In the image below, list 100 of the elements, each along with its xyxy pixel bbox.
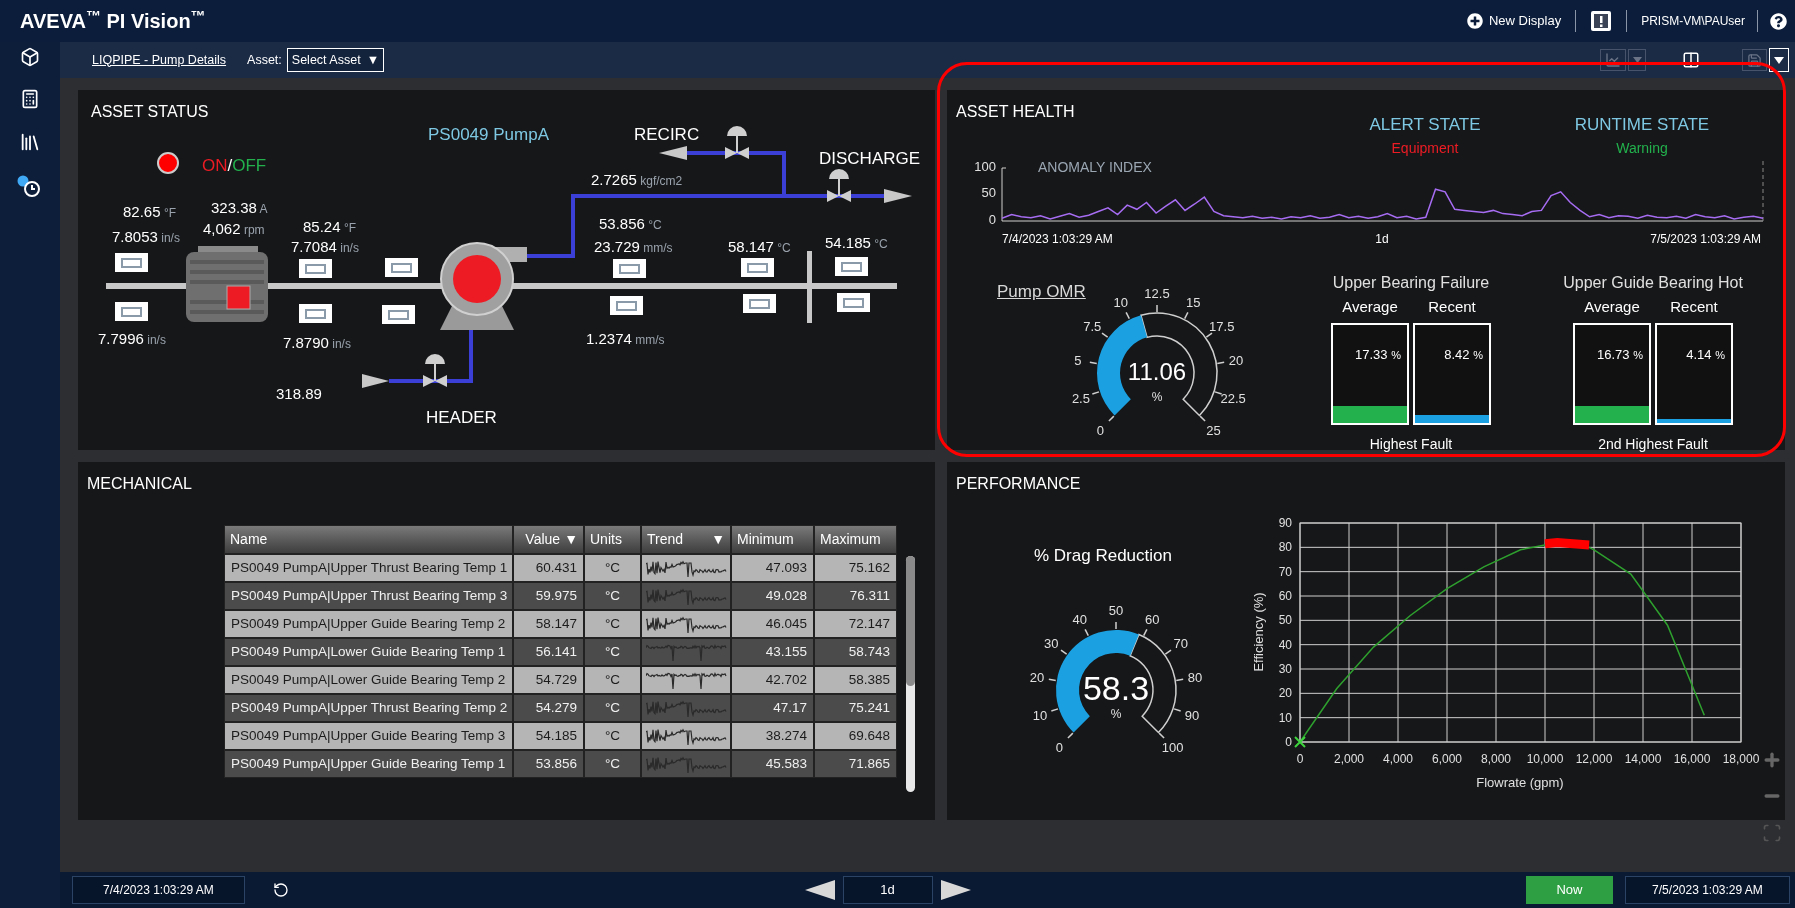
reading-label: 7.8790 in/s [283, 333, 351, 353]
gauge-tick-label: 20 [1029, 670, 1045, 686]
reading-label: 23.729 mm/s [594, 237, 673, 257]
table-cell: 75.241 [814, 694, 897, 722]
plus-icon [1466, 13, 1483, 29]
separator-label: / [227, 155, 233, 177]
gauge-tick [1158, 732, 1165, 739]
axis-label: 4,000 [1383, 752, 1413, 766]
state-title: RUNTIME STATE [1574, 114, 1710, 136]
new-display-button[interactable]: New Display [1466, 11, 1562, 31]
duration-field[interactable]: 1d [842, 876, 933, 904]
valve-icon [725, 126, 749, 159]
indicator-icon [385, 258, 418, 277]
reading-label: 85.24 °F [303, 217, 357, 237]
gauge-tick [1205, 332, 1213, 338]
table-cell: 58.385 [814, 666, 897, 694]
axis-label: 20 [1278, 686, 1292, 701]
column-header[interactable]: Value ▼ [513, 525, 584, 554]
column-header[interactable]: Name [224, 525, 513, 554]
axis-label: 12,000 [1575, 752, 1613, 766]
gauge-title-link[interactable]: Pump OMR [997, 279, 1086, 305]
save-icon [1747, 52, 1762, 68]
flow-arrow-icon [884, 189, 912, 203]
table-cell: 54.279 [513, 694, 584, 722]
reading-label: 323.38 A [211, 198, 268, 218]
columns-icon[interactable] [1682, 51, 1700, 69]
indicator-icon [115, 253, 148, 272]
axis-label: 8,000 [1481, 752, 1511, 766]
gauge-tick-label: 80 [1187, 670, 1203, 686]
table-cell: °C [584, 554, 641, 582]
indicator-icon [299, 304, 332, 323]
cube-icon[interactable] [20, 47, 40, 67]
axis-label: 50 [981, 185, 996, 200]
save-button[interactable] [1742, 49, 1767, 71]
start-time-field[interactable]: 7/4/2023 1:03:29 AM [72, 876, 245, 904]
table-cell: 69.648 [814, 722, 897, 750]
display-link[interactable]: LIQPIPE - Pump Details [92, 50, 227, 70]
gauge-tick-label: 20 [1228, 353, 1244, 369]
on-label: ON [202, 155, 228, 177]
calculator-icon[interactable] [20, 89, 40, 109]
alert-icon[interactable] [1590, 10, 1613, 32]
flow-arrow-icon [362, 374, 389, 388]
clock-badge-icon[interactable] [17, 175, 43, 199]
forward-arrow-icon[interactable] [940, 880, 971, 900]
table-cell: PS0049 PumpA|Upper Thrust Bearing Temp 3 [224, 582, 513, 610]
gauge-tick-label: 7.5 [1083, 319, 1102, 334]
fault-value: 16.73 % [1597, 345, 1643, 364]
trend-button[interactable] [1600, 49, 1626, 71]
column-label: Recent [1427, 297, 1477, 317]
indicator-icon [115, 302, 148, 321]
fault-footer: 2nd Highest Fault [1598, 433, 1708, 455]
gauge-title: % Drag Reduction [1034, 545, 1172, 567]
axis-label: 60 [1278, 589, 1292, 603]
table-cell: 60.431 [513, 554, 584, 582]
state-title: ALERT STATE [1369, 114, 1481, 136]
help-icon[interactable] [1770, 12, 1787, 30]
stream-label: DISCHARGE [819, 148, 921, 170]
asset-label: Asset: [247, 51, 282, 69]
scrollbar-track[interactable] [906, 556, 915, 792]
axis-label: 90 [1278, 516, 1292, 530]
gauge-tick [1142, 628, 1148, 637]
column-header[interactable]: Minimum [731, 525, 814, 554]
state-value: Equipment [1391, 138, 1459, 158]
table-cell: 38.274 [731, 722, 814, 750]
gauge-tick [1125, 311, 1131, 320]
zoom-in-icon[interactable] [1762, 750, 1782, 770]
gauge-tick [1050, 708, 1059, 712]
axis-label: 100 [974, 158, 996, 174]
gauge-tick-label: 5 [1074, 353, 1082, 369]
line-chart-icon [1605, 52, 1621, 68]
asset-select[interactable]: Select Asset ▼ [286, 48, 384, 72]
now-line [1762, 160, 1764, 222]
reset-icon[interactable] [273, 882, 289, 898]
reading-label: 7.7084 in/s [291, 237, 359, 257]
table-cell: 76.311 [814, 582, 897, 610]
axis-label: 0 [1285, 735, 1292, 749]
gauge-tick [1216, 361, 1225, 365]
scrollbar-thumb[interactable] [906, 556, 915, 686]
end-time-field[interactable]: 7/5/2023 1:03:29 AM [1625, 876, 1790, 904]
gauge-tick-label: 25 [1206, 422, 1221, 438]
stream-label: RECIRC [634, 124, 700, 146]
axis-label: 10,000 [1526, 752, 1564, 766]
indicator-icon [382, 305, 415, 324]
library-icon[interactable] [19, 131, 41, 153]
column-header[interactable]: Maximum [814, 525, 897, 554]
column-header[interactable]: Trend ▼ [641, 525, 731, 554]
gauge-unit: % [1151, 390, 1163, 404]
asset-name: PS0049 PumpA [428, 124, 549, 146]
column-header[interactable]: Units [584, 525, 641, 554]
back-arrow-icon[interactable] [804, 880, 835, 900]
reading-label: 58.147 °C [728, 237, 791, 257]
gauge-tick [1108, 415, 1115, 422]
fault-footer: Highest Fault [1369, 433, 1453, 455]
table-cell: PS0049 PumpA|Upper Guide Bearing Temp 2 [224, 610, 513, 638]
axis-label: 18,000 [1722, 752, 1760, 766]
table-cell: PS0049 PumpA|Lower Guide Bearing Temp 2 [224, 666, 513, 694]
table-cell: 42.702 [731, 666, 814, 694]
axis-title: Flowrate (gpm) [1476, 775, 1564, 790]
table-cell: 56.141 [513, 638, 584, 666]
user-name[interactable]: PRISM-VM\PAUser [1641, 12, 1745, 30]
